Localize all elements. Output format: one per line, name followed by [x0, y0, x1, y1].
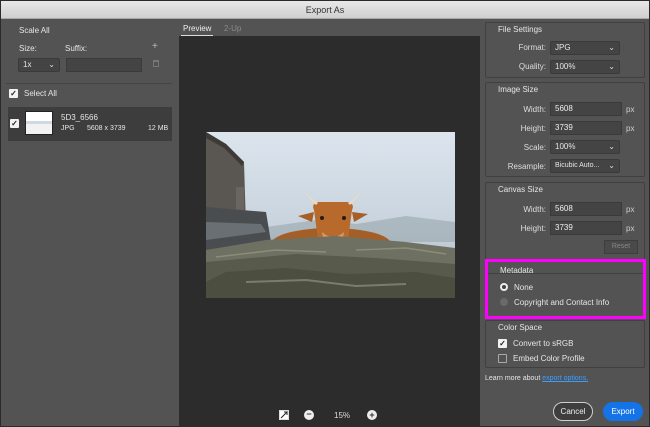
- fit-to-view-icon[interactable]: [279, 410, 289, 420]
- asset-name: 5D3_6566: [61, 113, 98, 122]
- metadata-highlight: [485, 259, 646, 319]
- select-all-checkbox[interactable]: ✓: [9, 89, 18, 98]
- file-settings-group: File Settings Format: JPG ⌄ Quality: 100…: [485, 22, 645, 78]
- canvas-height-label: Height:: [520, 224, 546, 233]
- image-width-label: Width:: [523, 105, 546, 114]
- asset-format: JPG: [61, 125, 75, 132]
- tab-preview[interactable]: Preview: [180, 24, 214, 36]
- embed-profile-label: Embed Color Profile: [513, 354, 585, 363]
- format-select[interactable]: JPG ⌄: [550, 41, 620, 55]
- select-all-label: Select All: [24, 89, 57, 98]
- color-space-group: Color Space ✓ Convert to sRGB Embed Colo…: [485, 320, 645, 368]
- scale-select[interactable]: 100% ⌄: [550, 140, 620, 154]
- scale-label: Scale:: [523, 143, 546, 152]
- image-height-label: Height:: [520, 124, 546, 133]
- image-width-input[interactable]: 5608: [550, 102, 622, 116]
- image-size-title: Image Size: [498, 85, 539, 94]
- learn-more-text: Learn more about export options.: [485, 375, 588, 382]
- zoom-level: 15%: [334, 411, 351, 420]
- format-label: Format:: [518, 43, 546, 52]
- asset-dimensions: 5608 x 3739: [87, 125, 126, 132]
- export-options-link[interactable]: export options.: [542, 375, 588, 382]
- trash-icon[interactable]: [153, 60, 159, 67]
- size-select[interactable]: 1x ⌄: [18, 58, 60, 72]
- settings-panel: File Settings Format: JPG ⌄ Quality: 100…: [483, 19, 646, 423]
- zoom-out-icon[interactable]: −: [304, 410, 314, 420]
- convert-srgb-checkbox[interactable]: ✓: [498, 339, 507, 348]
- canvas-height-input[interactable]: 3739: [550, 221, 622, 235]
- asset-checkbox[interactable]: ✓: [10, 119, 19, 128]
- scale-all-label: Scale All: [19, 26, 50, 35]
- image-width-unit: px: [626, 105, 635, 114]
- chevron-down-icon: ⌄: [608, 142, 615, 151]
- resample-select[interactable]: Bicubic Auto... ⌄: [550, 159, 620, 173]
- canvas-size-title: Canvas Size: [498, 185, 543, 194]
- canvas-width-label: Width:: [523, 205, 546, 214]
- assets-panel: Scale All Size: Suffix: + 1x ⌄ ✓ Select …: [6, 23, 172, 420]
- reset-button[interactable]: Reset: [604, 240, 638, 254]
- cancel-button[interactable]: Cancel: [553, 402, 593, 421]
- color-space-title: Color Space: [498, 323, 543, 332]
- cow-photo: [206, 132, 455, 298]
- suffix-input[interactable]: [66, 58, 142, 72]
- quality-select-value: 100%: [555, 62, 576, 71]
- resample-label: Resample:: [507, 162, 546, 171]
- learn-more-label: Learn more about: [485, 375, 541, 382]
- zoom-in-icon[interactable]: +: [367, 410, 377, 420]
- asset-filesize: 12 MB: [148, 125, 169, 132]
- chevron-down-icon: ⌄: [608, 161, 615, 170]
- quality-label: Quality:: [518, 62, 546, 71]
- size-select-value: 1x: [23, 60, 32, 69]
- export-as-dialog: Export As Scale All Size: Suffix: + 1x ⌄…: [0, 0, 650, 427]
- resample-select-value: Bicubic Auto...: [555, 162, 600, 169]
- image-height-input[interactable]: 3739: [550, 121, 622, 135]
- file-settings-title: File Settings: [498, 25, 543, 34]
- chevron-down-icon: ⌄: [608, 62, 615, 71]
- preview-canvas: [179, 36, 480, 427]
- scale-select-value: 100%: [555, 142, 576, 151]
- zoom-controls: − 15% +: [177, 406, 478, 426]
- chevron-down-icon: ⌄: [608, 43, 615, 52]
- export-button[interactable]: Export: [603, 402, 643, 421]
- format-select-value: JPG: [555, 43, 571, 52]
- tab-2-up[interactable]: 2-Up: [224, 24, 241, 33]
- window-title: Export As: [305, 5, 345, 15]
- convert-srgb-label: Convert to sRGB: [513, 339, 574, 348]
- asset-thumbnail: [25, 111, 53, 135]
- embed-profile-checkbox[interactable]: [498, 354, 507, 363]
- image-size-group: Image Size Width: 5608 px Height: 3739 p…: [485, 82, 645, 177]
- canvas-height-unit: px: [626, 224, 635, 233]
- scale-all-header: Scale All Size: Suffix: + 1x ⌄: [6, 23, 172, 84]
- canvas-width-unit: px: [626, 205, 635, 214]
- canvas-width-input[interactable]: 5608: [550, 202, 622, 216]
- size-label: Size:: [19, 44, 37, 53]
- preview-image: [206, 132, 455, 298]
- image-height-unit: px: [626, 124, 635, 133]
- chevron-down-icon: ⌄: [48, 60, 55, 69]
- quality-select[interactable]: 100% ⌄: [550, 60, 620, 74]
- asset-row[interactable]: ✓ 5D3_6566 JPG 5608 x 3739 12 MB: [8, 107, 172, 141]
- plus-icon[interactable]: +: [152, 41, 158, 52]
- preview-area: Preview 2-Up − 15% +: [177, 19, 481, 427]
- suffix-label: Suffix:: [65, 44, 88, 53]
- title-bar: Export As: [1, 1, 649, 19]
